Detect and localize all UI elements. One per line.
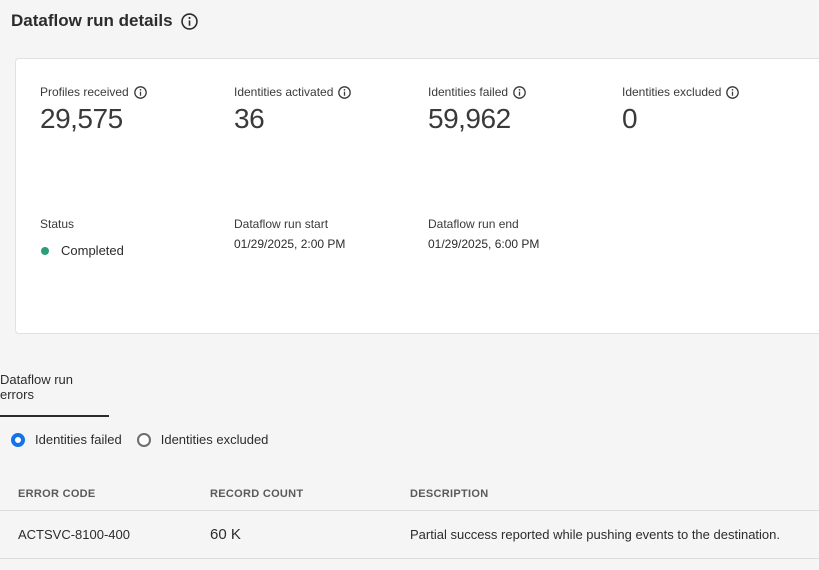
info-icon[interactable] (133, 85, 147, 99)
metric-value: 29,575 (40, 103, 123, 134)
info-icon[interactable] (180, 12, 198, 30)
metric-label: Identities failed (428, 85, 509, 99)
metric-value: 0 (622, 103, 638, 134)
metric-profiles-received: Profiles received 29,575 (40, 85, 147, 135)
dataflow-run-details-page: Dataflow run details Profiles received 2… (0, 0, 819, 570)
metric-identities-activated: Identities activated 36 (234, 85, 352, 135)
status-value: Completed (61, 243, 124, 258)
radio-label: Identities failed (35, 432, 122, 447)
status-block: Status Completed (40, 217, 124, 258)
page-title: Dataflow run details (11, 11, 173, 30)
metric-identities-failed: Identities failed 59,962 (428, 85, 526, 135)
info-icon[interactable] (513, 85, 526, 99)
metric-label: Identities excluded (622, 85, 722, 99)
run-start-block: Dataflow run start 01/29/2025, 2:00 PM (234, 217, 345, 251)
run-end-block: Dataflow run end 01/29/2025, 6:00 PM (428, 217, 539, 251)
tab-dataflow-run-errors[interactable]: Dataflow run errors (0, 372, 109, 417)
metric-value: 59,962 (428, 103, 511, 134)
radio-unchecked-icon[interactable] (136, 432, 151, 447)
column-header-description[interactable]: DESCRIPTION (410, 488, 819, 500)
metric-label: Identities activated (234, 85, 334, 99)
info-icon[interactable] (338, 85, 352, 99)
run-end-label: Dataflow run end (428, 217, 519, 231)
run-start-label: Dataflow run start (234, 217, 329, 231)
column-header-error-code[interactable]: ERROR CODE (0, 488, 210, 500)
metric-identities-excluded: Identities excluded 0 (622, 85, 740, 135)
radio-identities-failed[interactable]: Identities failed (11, 432, 122, 447)
cell-description: Partial success reported while pushing e… (410, 527, 780, 542)
metric-label: Profiles received (40, 85, 129, 99)
cell-record-count: 60 K (210, 526, 241, 543)
page-header: Dataflow run details (11, 11, 198, 31)
error-type-radio-group: Identities failed Identities excluded (11, 432, 268, 447)
radio-identities-excluded[interactable]: Identities excluded (136, 432, 269, 447)
radio-checked-icon[interactable] (11, 432, 25, 447)
metric-value: 36 (234, 103, 265, 134)
status-dot-icon (41, 246, 49, 255)
table-row[interactable]: ACTSVC-8100-400 60 K Partial success rep… (0, 511, 819, 559)
tab-list: Dataflow run errors (0, 372, 109, 417)
run-end-value: 01/29/2025, 6:00 PM (428, 237, 540, 251)
cell-error-code: ACTSVC-8100-400 (18, 527, 130, 542)
column-header-record-count[interactable]: RECORD COUNT (210, 488, 410, 500)
radio-label: Identities excluded (160, 432, 269, 447)
status-label: Status (40, 217, 75, 231)
run-start-value: 01/29/2025, 2:00 PM (234, 237, 346, 251)
table-header: ERROR CODE RECORD COUNT DESCRIPTION (0, 478, 819, 511)
info-icon[interactable] (726, 85, 740, 99)
run-summary-card: Profiles received 29,575 Identities acti… (15, 58, 819, 334)
errors-table: ERROR CODE RECORD COUNT DESCRIPTION ACTS… (0, 478, 819, 559)
